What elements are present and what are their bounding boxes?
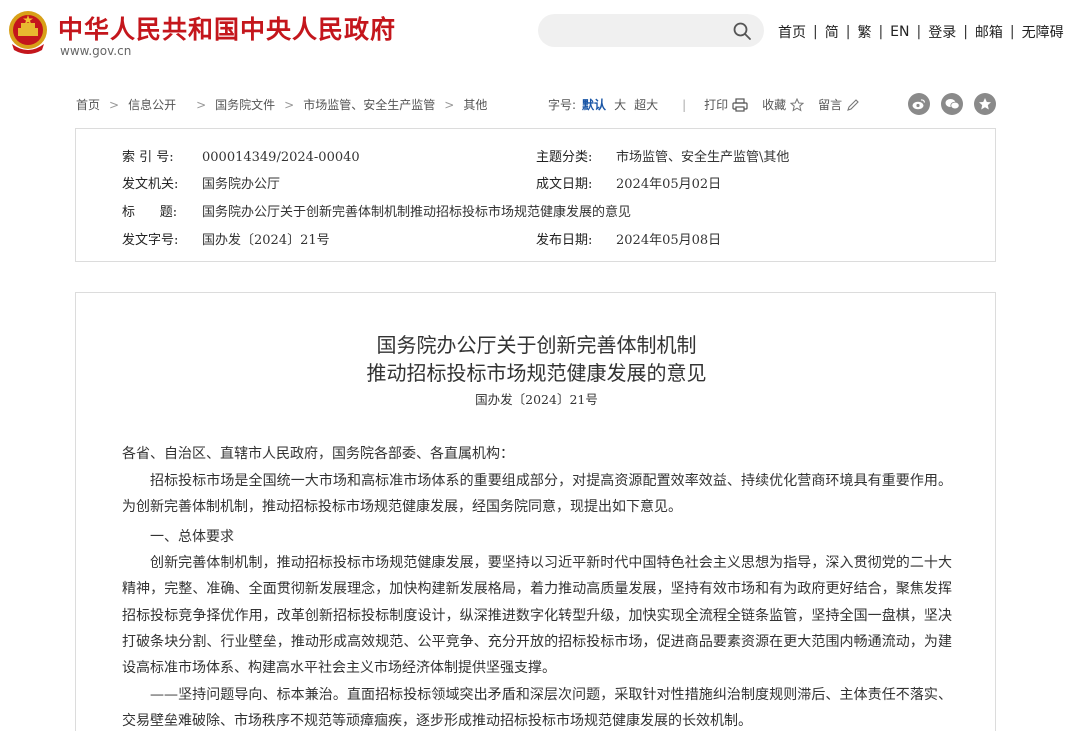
breadcrumb-other[interactable]: 其他 [463,96,487,113]
article-doc-number: 国办发〔2024〕21号 [475,392,598,407]
nav-traditional[interactable]: 繁 [857,22,871,42]
font-size-xlarge[interactable]: 超大 [634,96,658,113]
chevron-right-icon: > [196,97,207,112]
article-salutation: 各省、自治区、直辖市人民政府，国务院各部委、各直属机构： [122,446,514,462]
nav-english[interactable]: EN [890,24,909,40]
info-title-label: 标 题: [122,205,178,220]
nav-mail[interactable]: 邮箱 [975,22,1003,42]
font-size-label: 字号: [548,98,577,112]
breadcrumb-market-supervision[interactable]: 市场监管、安全生产监管 [303,96,435,113]
qzone-icon[interactable] [974,93,996,115]
nav-divider: | [963,24,968,40]
share-icons [897,93,996,115]
nav-divider: | [845,24,851,40]
print-label: 打印 [704,98,729,112]
info-topic: 主题分类: 市场监管、安全生产监管\其他 [536,146,789,165]
info-topic-value: 市场监管、安全生产监管\其他 [616,150,790,165]
info-docno-label: 发文字号: [122,233,179,248]
printer-icon [732,97,748,112]
nav-login[interactable]: 登录 [928,22,956,42]
info-index-label: 索 引 号: [122,150,174,165]
nav-accessibility[interactable]: 无障碍 [1022,22,1064,42]
document-info-box: 索 引 号: 000014349/2024-00040 主题分类: 市场监管、安全生… [75,128,996,262]
top-nav: 首页 | 简 | 繁 | EN | 登录 | 邮箱 | 无障碍 [778,22,1064,42]
site-name[interactable]: 中华人民共和国中央人民政府 [58,10,396,46]
info-title-value: 国务院办公厅关于创新完善体制机制推动招标投标市场规范健康发展的意见 [202,205,632,220]
article-title-line2: 推动招标投标市场规范健康发展的意见 [366,361,707,385]
comment-button[interactable]: 留言 [818,96,860,113]
info-index-value: 000014349/2024-00040 [202,150,360,165]
favorite-label: 收藏 [762,98,787,112]
wechat-icon[interactable] [941,93,963,115]
info-published: 发布日期: 2024年05月08日 [536,229,721,248]
principle-paragraph: ——坚持问题导向、标本兼治。直面招标投标领域突出矛盾和深层次问题，采取针对性措施… [122,687,952,730]
chevron-right-icon: > [284,97,295,112]
pencil-icon [847,98,859,111]
nav-divider: | [1009,24,1015,40]
nav-home[interactable]: 首页 [778,22,806,42]
nav-simplified[interactable]: 简 [825,22,839,42]
info-index: 索 引 号: 000014349/2024-00040 [122,146,360,165]
nav-divider: | [916,24,922,40]
breadcrumb-info-public[interactable]: 信息公开 [128,96,176,113]
info-created-label: 成文日期: [536,177,593,192]
section-heading: 一、总体要求 [150,529,234,545]
info-title: 标 题: 国务院办公厅关于创新完善体制机制推动招标投标市场规范健康发展的意见 [122,201,631,220]
font-size-default[interactable]: 默认 [582,96,606,113]
nav-divider: | [878,24,884,40]
info-topic-label: 主题分类: [536,150,593,165]
nav-divider: | [813,24,818,40]
search-icon[interactable] [732,21,752,41]
site-header: 中华人民共和国中央人民政府 www.gov.cn 首页 | 简 | 繁 | EN… [0,0,1080,70]
national-emblem-icon[interactable] [6,8,50,56]
info-issuer-value: 国务院办公厅 [202,177,281,192]
info-published-value: 2024年05月08日 [616,233,722,248]
chevron-right-icon: > [444,97,455,112]
article-body: 国务院办公厅关于创新完善体制机制 推动招标投标市场规范健康发展的意见 国办发〔2… [75,292,996,731]
info-created-value: 2024年05月02日 [616,177,722,192]
breadcrumb-state-council-docs[interactable]: 国务院文件 [215,96,275,113]
article-tools: 字号: 默认 大 超大 | 打印 收藏 留言 [548,96,874,113]
tools-divider: | [682,97,687,112]
print-button[interactable]: 打印 [704,96,748,113]
font-size-large[interactable]: 大 [614,96,626,113]
weibo-icon[interactable] [908,93,930,115]
search-input[interactable] [538,14,764,47]
favorite-button[interactable]: 收藏 [762,96,805,113]
info-issuer-label: 发文机关: [122,177,179,192]
section1-paragraph: 创新完善体制机制，推动招标投标市场规范健康发展，要坚持以习近平新时代中国特色社会… [122,555,952,677]
info-docno-value: 国办发〔2024〕21号 [202,233,330,248]
comment-label: 留言 [818,98,843,112]
info-docno: 发文字号: 国办发〔2024〕21号 [122,229,330,248]
chevron-right-icon: > [109,97,120,112]
article-intro: 招标投标市场是全国统一大市场和高标准市场体系的重要组成部分，对提高资源配置效率效… [122,473,952,516]
site-url[interactable]: www.gov.cn [60,44,131,58]
info-issuer: 发文机关: 国务院办公厅 [122,173,280,192]
breadcrumb: 首页 > 信息公开 > 国务院文件 > 市场监管、安全生产监管 > 其他 [76,96,487,113]
breadcrumb-bar: 首页 > 信息公开 > 国务院文件 > 市场监管、安全生产监管 > 其他 字号:… [76,93,996,116]
info-published-label: 发布日期: [536,233,593,248]
info-created: 成文日期: 2024年05月02日 [536,173,721,192]
breadcrumb-home[interactable]: 首页 [76,96,100,113]
star-icon [790,97,805,112]
article-title-line1: 国务院办公厅关于创新完善体制机制 [376,333,697,357]
